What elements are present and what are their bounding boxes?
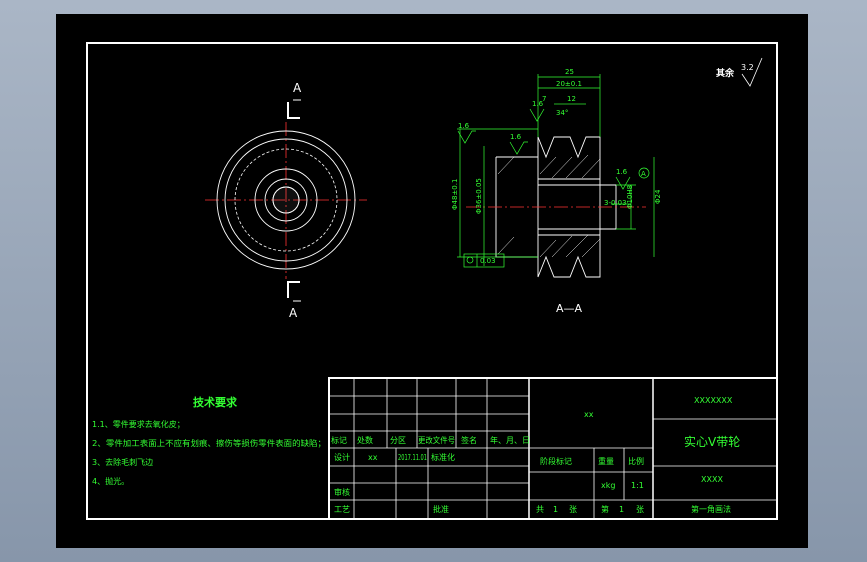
hdr-sign: 签名 [461,435,477,445]
label-approve: 批准 [433,504,449,514]
dim-hub: Φ24 [654,189,662,204]
label-check: 审核 [334,487,350,497]
hdr-change-doc: 更改文件号 [418,435,455,445]
roughness-general-label: 其余 [716,67,735,79]
weight-value: xkg [601,481,615,490]
drawing-sheet: A A 25 20±0.1 7 12 34° 1.6 1.6 1.6 1.6 A… [56,14,808,548]
label-scale: 比例 [628,456,644,466]
label-zhang2: 张 [636,505,644,514]
hdr-count: 处数 [357,435,373,445]
hdr-mark: 标记 [331,435,347,445]
tech-req-item-3: 3、去除毛刺飞边 [92,457,153,467]
label-standard: 标准化 [431,452,455,462]
roughness-2: 1.6 [510,133,522,141]
dim-pitch-b: 12 [567,95,576,103]
design-date: 2017.11.01 [398,453,427,462]
datum-label: A [641,170,646,178]
dim-od: Φ48±0.1 [451,179,459,210]
label-process: 工艺 [334,505,350,514]
drawing-no: XXXX [701,475,723,484]
dim-bore: Φ10H8 [626,185,634,209]
tech-req-item-2: 2、零件加工表面上不应有划痕、擦伤等损伤零件表面的缺陷； [92,438,326,448]
label-di: 第 [601,504,609,514]
roughness-1: 1.6 [458,122,470,130]
dim-overall: 25 [565,68,574,76]
dim-angle: 34° [556,109,568,117]
label-design: 设计 [334,452,350,462]
roughness-3: 1.6 [532,100,544,108]
scale-value: 1:1 [631,481,644,490]
sheets-total: 1 [553,505,558,514]
sheet-no: 1 [619,505,624,514]
material: xx [584,410,594,419]
section-label-top: A [293,81,302,95]
dim-key: 3-0.03 [604,199,627,207]
label-zhang: 张 [569,505,577,514]
section-caption: A—A [556,302,583,315]
tech-req-item-4: 4、抛光。 [92,476,129,486]
hdr-zone: 分区 [390,436,406,445]
company: XXXXXXX [694,396,733,405]
part-name: 实心V带轮 [684,434,740,449]
tech-req-item-1: 1.1、零件要求去氧化皮； [92,419,185,429]
label-stage: 阶段标记 [540,456,572,466]
cad-canvas[interactable]: A A 25 20±0.1 7 12 34° 1.6 1.6 1.6 1.6 A… [56,14,808,548]
designer: xx [368,453,378,462]
projection: 第一角画法 [691,504,731,514]
front-view [205,99,367,302]
roughness-general-value: 3.2 [741,63,754,72]
section-label-bottom: A [289,306,298,320]
dim-flatness: 0.03 [480,257,496,265]
hdr-date: 年、月、日 [490,435,530,445]
label-total: 共 [536,505,544,514]
dim-groove-span: 20±0.1 [556,80,582,88]
roughness-4: 1.6 [616,168,628,176]
label-weight: 重量 [598,456,614,466]
tech-req-title: 技术要求 [193,395,238,409]
dim-groove: Φ36±0.05 [475,178,483,214]
